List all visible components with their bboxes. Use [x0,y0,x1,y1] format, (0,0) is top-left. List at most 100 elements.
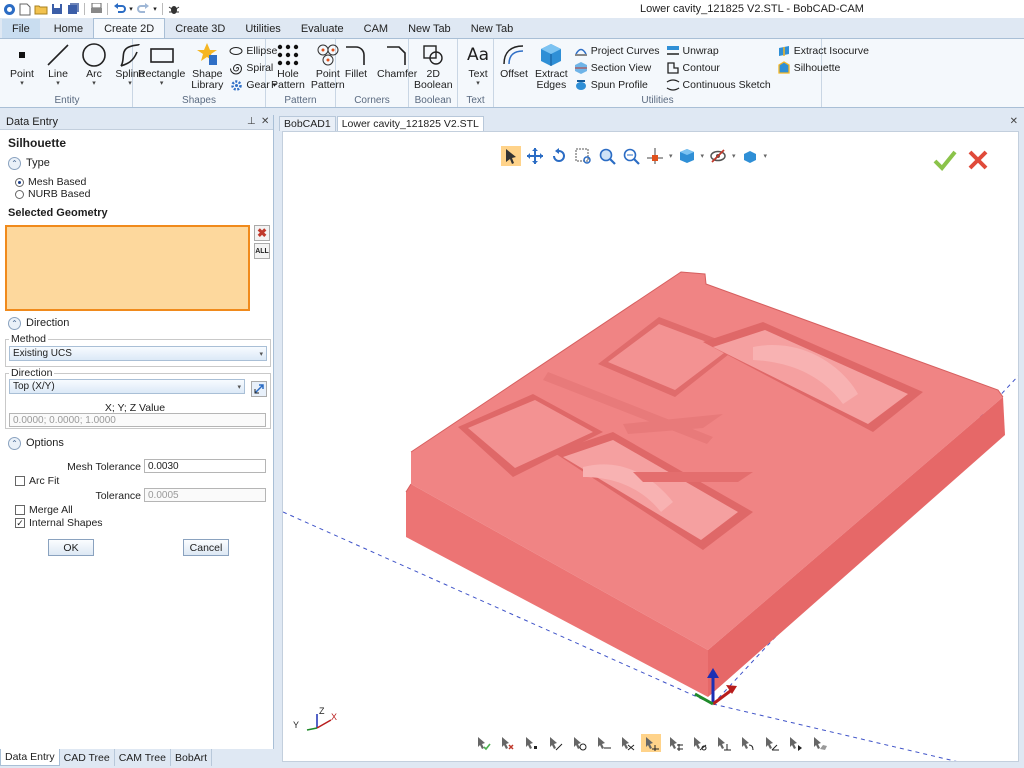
rectangle-button[interactable]: Rectangle ▾ [135,41,188,95]
radio-button[interactable] [15,177,24,187]
shape-library-button[interactable]: Shape Library [188,41,226,95]
offset-button[interactable]: Offset [496,41,532,95]
remove-selection-button[interactable]: ✖ [254,225,270,241]
tab-home[interactable]: Home [44,19,93,38]
snap-off-button[interactable] [497,734,517,752]
tab-cad-tree[interactable]: CAD Tree [60,749,115,766]
snap-point-button[interactable] [521,734,541,752]
ok-button[interactable]: OK [48,539,94,556]
point-button[interactable]: Point ▾ [4,41,40,95]
rotate-button[interactable] [549,146,569,166]
new-file-icon[interactable] [18,2,32,16]
contour-button[interactable]: Contour [666,60,771,76]
pin-icon[interactable]: ⊥ [247,116,256,127]
save-all-icon[interactable] [66,2,80,16]
select-all-button[interactable]: ALL [254,243,270,259]
snap-nearest-button[interactable] [641,734,661,752]
direction-section-header[interactable]: ⌃ Direction [0,314,270,332]
pick-direction-button[interactable] [251,381,267,397]
selected-geometry-list[interactable] [5,225,250,311]
radio-button[interactable] [15,189,24,199]
radio-mesh-based[interactable]: Mesh Based [0,176,273,188]
text-button[interactable]: Aa Text ▾ [460,41,496,95]
snap-tangent-button[interactable] [689,734,709,752]
extract-edges-button[interactable]: Extract Edges [532,41,571,95]
tab-create-2d[interactable]: Create 2D [93,18,166,38]
tolerance-field[interactable]: 0.0005 [144,488,266,502]
chevron-down-icon[interactable]: ▾ [669,152,673,160]
tab-new-tab-2[interactable]: New Tab [461,19,524,38]
snap-line-button[interactable] [545,734,565,752]
panel-close-icon[interactable]: ✕ [261,116,269,127]
zoom-in-out-button[interactable] [621,146,641,166]
extract-isocurve-button[interactable]: Extract Isocurve [777,43,869,59]
chevron-down-icon[interactable]: ▾ [764,152,768,160]
hole-pattern-button[interactable]: Hole Pattern [268,41,308,95]
tab-file[interactable]: File [2,19,40,38]
cancel-operation-button[interactable] [967,149,989,174]
fillet-button[interactable]: Fillet [338,41,374,95]
open-folder-icon[interactable] [34,2,48,16]
snap-surface-button[interactable] [809,734,829,752]
debug-bug-icon[interactable] [167,2,181,16]
direction-combo[interactable]: Top (X/Y) ▾ [9,379,245,394]
snap-intersection-button[interactable] [617,734,637,752]
radio-nurb-based[interactable]: NURB Based [0,188,273,200]
app-logo-icon[interactable] [2,2,16,16]
shading-button[interactable] [740,146,760,166]
line-button[interactable]: Line ▾ [40,41,76,95]
view-orientation-button[interactable] [645,146,665,166]
snap-endpoint-button[interactable] [473,734,493,752]
tab-utilities[interactable]: Utilities [235,19,290,38]
chevron-down-icon[interactable]: ▾ [732,152,736,160]
redo-icon[interactable] [136,2,150,16]
select-arrow-button[interactable] [501,146,521,166]
options-section-header[interactable]: ⌃ Options [0,434,270,452]
3d-viewport[interactable]: ▾ ▾ ▾ ▾ Y Z X [282,131,1019,762]
xyz-value-field[interactable]: 0.0000; 0.0000; 1.0000 [9,413,266,427]
section-view-button[interactable]: Section View [574,60,660,76]
method-combo[interactable]: Existing UCS ▾ [9,346,267,361]
undo-icon[interactable] [112,2,126,16]
doc-tab-lower-cavity[interactable]: Lower cavity_121825 V2.STL [336,116,484,131]
spun-profile-button[interactable]: Spun Profile [574,77,660,93]
tab-evaluate[interactable]: Evaluate [291,19,354,38]
zoom-window-button[interactable] [573,146,593,166]
undo-dropdown-icon[interactable]: ▾ [128,2,134,16]
snap-vertex-button[interactable] [785,734,805,752]
zoom-extents-button[interactable] [597,146,617,166]
project-curves-button[interactable]: Project Curves [574,43,660,59]
continuous-sketch-button[interactable]: Continuous Sketch [666,77,771,93]
arc-fit-checkbox-row[interactable]: Arc Fit [15,475,59,487]
silhouette-button[interactable]: Silhouette [777,60,869,76]
collapse-chevron-icon[interactable]: ⌃ [8,436,21,450]
snap-perpendicular-button[interactable] [713,734,733,752]
snap-midpoint-button[interactable] [593,734,613,752]
cancel-button[interactable]: Cancel [183,539,229,556]
visibility-button[interactable] [708,146,728,166]
snap-center-button[interactable] [569,734,589,752]
type-section-header[interactable]: ⌃ Type [0,154,273,172]
merge-all-checkbox-row[interactable]: Merge All [15,504,73,516]
arc-fit-checkbox[interactable] [15,476,25,486]
tab-cam[interactable]: CAM [354,19,398,38]
unwrap-button[interactable]: Unwrap [666,43,771,59]
chevron-down-icon[interactable]: ▾ [701,152,705,160]
print-icon[interactable] [89,2,103,16]
merge-all-checkbox[interactable] [15,505,25,515]
internal-shapes-checkbox-row[interactable]: ✓ Internal Shapes [15,517,103,529]
tab-new-tab-1[interactable]: New Tab [398,19,461,38]
tab-cam-tree[interactable]: CAM Tree [115,749,171,766]
tab-create-3d[interactable]: Create 3D [165,19,235,38]
internal-shapes-checkbox[interactable]: ✓ [15,518,25,528]
doc-tab-bobcad1[interactable]: BobCAD1 [279,116,336,131]
view-cube-button[interactable] [677,146,697,166]
mesh-tolerance-field[interactable]: 0.0030 [144,459,266,473]
arc-button[interactable]: Arc ▾ [76,41,112,95]
collapse-chevron-icon[interactable]: ⌃ [8,316,21,330]
collapse-chevron-icon[interactable]: ⌃ [8,156,21,170]
snap-grid-button[interactable] [665,734,685,752]
tab-data-entry[interactable]: Data Entry [0,749,60,766]
2d-boolean-button[interactable]: 2D Boolean [411,41,456,95]
save-icon[interactable] [50,2,64,16]
